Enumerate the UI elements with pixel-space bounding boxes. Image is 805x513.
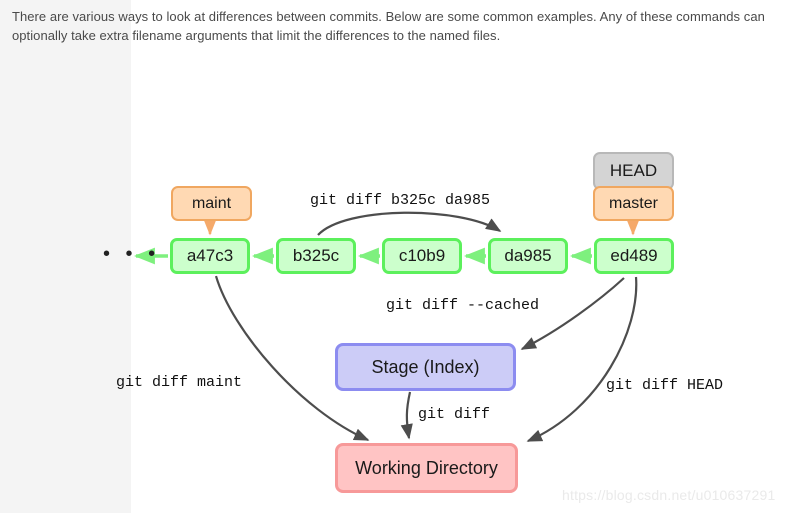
commit-label: ed489 [610,246,658,265]
branch-node-master[interactable]: master [593,186,674,221]
commit-node-c10b9[interactable]: c10b9 [382,238,462,274]
commit-label: b325c [292,246,340,265]
branch-label: master [609,194,658,212]
head-label: HEAD [609,161,658,180]
ellipsis-older-commits: • • • [103,243,161,265]
command-label-diff-two-commits: git diff b325c da985 [310,192,491,209]
arrow-diff-head-working-dir [526,276,638,443]
commit-label: c10b9 [398,246,446,265]
arrow-diff-b325c-da985 [317,211,502,236]
commit-label: da985 [504,246,552,265]
ref-pointer-arrows [204,220,639,236]
stage-label: Stage (Index) [371,356,480,377]
working-directory-node[interactable]: Working Directory [335,443,518,493]
command-label-diff-plain: git diff [418,406,491,423]
command-label-diff-cached: git diff --cached [386,297,540,314]
arrow-diff-stage-working-dir [400,391,413,440]
branch-label: maint [191,194,232,212]
intro-paragraph: There are various ways to look at differ… [12,9,765,43]
head-node[interactable]: HEAD [593,152,674,190]
commit-label: a47c3 [186,246,234,265]
commit-node-b325c[interactable]: b325c [276,238,356,274]
branch-node-maint[interactable]: maint [171,186,252,221]
command-label-diff-maint: git diff maint [116,374,243,391]
commit-node-a47c3[interactable]: a47c3 [170,238,250,274]
command-label-diff-head: git diff HEAD [606,377,724,394]
stage-index-node[interactable]: Stage (Index) [335,343,516,391]
commit-node-da985[interactable]: da985 [488,238,568,274]
commit-node-ed489[interactable]: ed489 [594,238,674,274]
watermark-text: https://blog.csdn.net/u010637291 [562,487,776,503]
working-directory-label: Working Directory [355,457,498,478]
